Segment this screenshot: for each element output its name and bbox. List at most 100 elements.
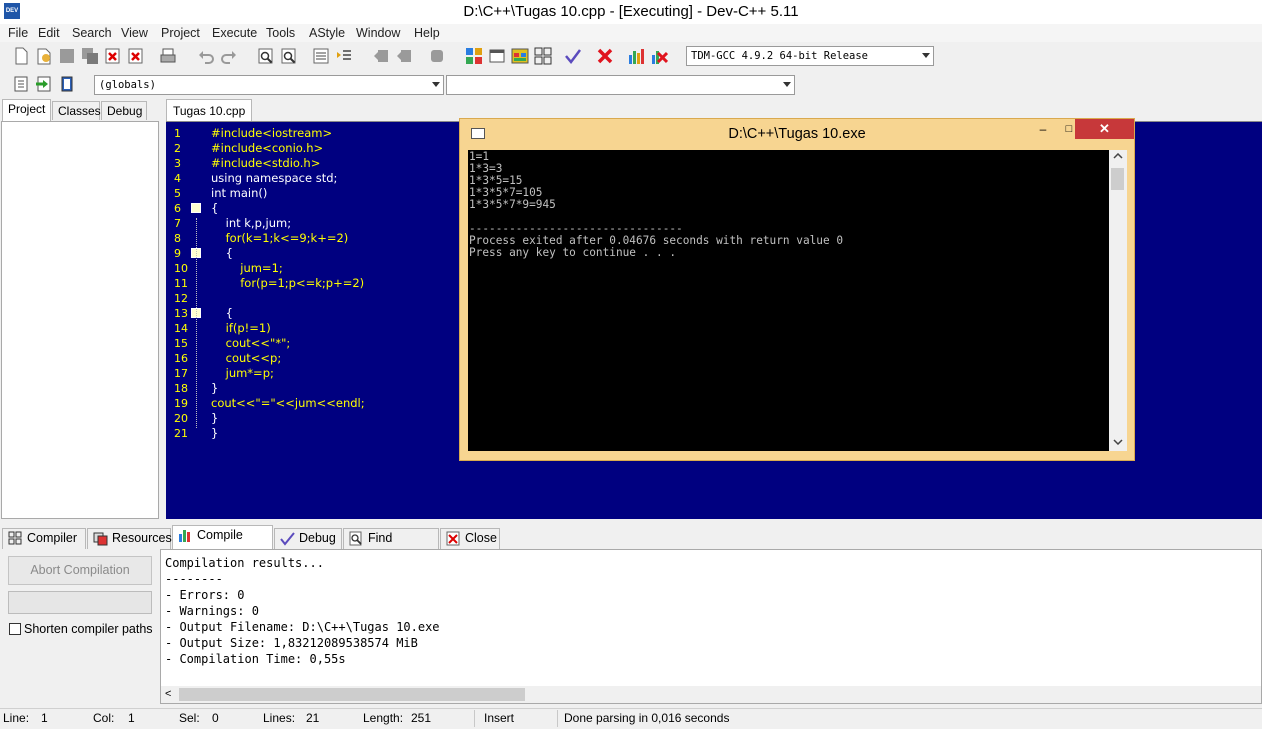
- line-number: 20: [174, 412, 188, 425]
- close-button[interactable]: ✕: [1075, 119, 1134, 139]
- status-lines-value: 21: [306, 711, 320, 725]
- code-line: 17 jum*=p;: [166, 366, 466, 381]
- code-line: 20}: [166, 411, 466, 426]
- line-number: 15: [174, 337, 188, 350]
- delete-profile-icon[interactable]: [650, 47, 668, 65]
- abort-compilation-button[interactable]: Abort Compilation: [8, 556, 152, 585]
- minimize-button[interactable]: –: [1033, 120, 1053, 138]
- scope-select[interactable]: (globals): [94, 75, 444, 95]
- chevron-up-icon[interactable]: [1113, 153, 1123, 159]
- tab-resources-label: Resources: [112, 531, 172, 545]
- menu-file[interactable]: File: [8, 24, 28, 42]
- status-length-label: Length:: [363, 711, 404, 725]
- console-line: 1=1: [469, 150, 490, 163]
- close-file-icon[interactable]: [104, 47, 122, 65]
- menu-execute[interactable]: Execute: [212, 24, 257, 42]
- tab-compile-log[interactable]: Compile Log: [172, 525, 273, 561]
- code-line: 5 int main(): [166, 186, 466, 201]
- menu-view[interactable]: View: [121, 24, 148, 42]
- menu-help[interactable]: Help: [414, 24, 440, 42]
- tab-debug[interactable]: Debug: [274, 528, 342, 549]
- save-icon[interactable]: [58, 47, 76, 65]
- code-text: jum*=p;: [211, 366, 274, 380]
- replace-icon[interactable]: [280, 47, 298, 65]
- tab-close[interactable]: Close: [440, 528, 500, 549]
- compile-icon[interactable]: [465, 47, 483, 65]
- tab-compiler[interactable]: Compiler: [2, 528, 86, 549]
- prev-bookmark-icon[interactable]: [372, 47, 390, 65]
- goto-declaration-icon[interactable]: [35, 75, 53, 93]
- profile-icon[interactable]: [627, 47, 645, 65]
- stop-execution-icon[interactable]: [596, 47, 614, 65]
- status-sel-value: 0: [212, 711, 219, 725]
- code-text: using namespace std;: [211, 171, 338, 185]
- run-icon[interactable]: [488, 47, 506, 65]
- print-icon[interactable]: [159, 47, 177, 65]
- undo-icon[interactable]: [197, 47, 215, 65]
- save-all-icon[interactable]: [81, 47, 99, 65]
- log-scroll-thumb[interactable]: [179, 688, 525, 701]
- console-line: Press any key to continue . . .: [469, 246, 677, 259]
- redo-icon[interactable]: [220, 47, 238, 65]
- new-file-icon[interactable]: [12, 47, 30, 65]
- line-number: 1: [174, 127, 181, 140]
- goto-definition-icon[interactable]: [58, 75, 76, 93]
- tab-resources[interactable]: Resources: [87, 528, 172, 549]
- goto-line-icon[interactable]: [312, 47, 330, 65]
- menu-project[interactable]: Project: [161, 24, 200, 42]
- toggle-bookmark-icon[interactable]: [428, 47, 446, 65]
- shorten-paths-checkbox[interactable]: [9, 623, 21, 635]
- compiler-select[interactable]: TDM-GCC 4.9.2 64-bit Release: [686, 46, 934, 66]
- console-output: 1=1 1*3=3 1*3*5=15 1*3*5*7=105 1*3*5*7*9=945…: [469, 151, 1109, 259]
- compile-run-icon[interactable]: [511, 47, 529, 65]
- tab-project[interactable]: Project: [2, 99, 51, 121]
- rebuild-icon[interactable]: [534, 47, 552, 65]
- open-file-icon[interactable]: [35, 47, 53, 65]
- menu-search[interactable]: Search: [72, 24, 112, 42]
- find-icon[interactable]: [257, 47, 275, 65]
- project-tree[interactable]: [1, 121, 159, 519]
- chevron-left-icon[interactable]: <: [165, 686, 171, 703]
- status-divider: [474, 710, 475, 727]
- menu-tools[interactable]: Tools: [266, 24, 295, 42]
- tab-compiler-label: Compiler: [27, 531, 78, 545]
- search-icon: [349, 531, 362, 546]
- tab-find-results[interactable]: Find Results: [343, 528, 439, 564]
- status-mode: Insert: [484, 711, 515, 725]
- code-line: 18}: [166, 381, 466, 396]
- console-scrollbar[interactable]: [1109, 150, 1127, 451]
- syntax-check-icon[interactable]: [564, 47, 582, 65]
- tab-debug-panel[interactable]: Debug: [101, 101, 147, 120]
- code-line: 7 int k,p,jum;: [166, 216, 466, 231]
- code-text: }: [211, 426, 219, 440]
- tab-classes[interactable]: Classes: [52, 101, 101, 120]
- menu-window[interactable]: Window: [356, 24, 400, 42]
- fold-toggle-icon[interactable]: [191, 203, 201, 213]
- chart-icon: [179, 530, 190, 542]
- status-message: Done parsing in 0,016 seconds: [564, 711, 730, 725]
- console-line: 1*3*5*7*9=945: [469, 198, 556, 211]
- close-all-icon[interactable]: [127, 47, 145, 65]
- window-title: D:\C++\Tugas 10.cpp - [Executing] - Dev-…: [463, 3, 799, 20]
- editor-tab[interactable]: Tugas 10.cpp: [166, 99, 253, 121]
- log-line: - Output Filename: D:\C++\Tugas 10.exe: [165, 620, 440, 634]
- insert-icon[interactable]: [12, 75, 30, 93]
- line-number: 3: [174, 157, 181, 170]
- code-text: jum=1;: [211, 261, 283, 275]
- line-number: 7: [174, 217, 181, 230]
- next-bookmark-icon[interactable]: [395, 47, 413, 65]
- console-scroll-thumb[interactable]: [1111, 168, 1124, 190]
- code-line: 10 jum=1;: [166, 261, 466, 276]
- menu-edit[interactable]: Edit: [38, 24, 60, 42]
- compiler-select-value: TDM-GCC 4.9.2 64-bit Release: [691, 50, 869, 62]
- code-line: 13 {: [166, 306, 466, 321]
- members-select[interactable]: [446, 75, 795, 95]
- code-line: 11 for(p=1;p<=k;p+=2): [166, 276, 466, 291]
- indent-icon[interactable]: [335, 47, 353, 65]
- code-text: cout<<"*";: [211, 336, 291, 350]
- fold-guide: [196, 218, 198, 428]
- chevron-down-icon[interactable]: [1113, 439, 1123, 445]
- status-sel-label: Sel:: [179, 711, 200, 725]
- line-number: 18: [174, 382, 188, 395]
- menu-astyle[interactable]: AStyle: [309, 24, 345, 42]
